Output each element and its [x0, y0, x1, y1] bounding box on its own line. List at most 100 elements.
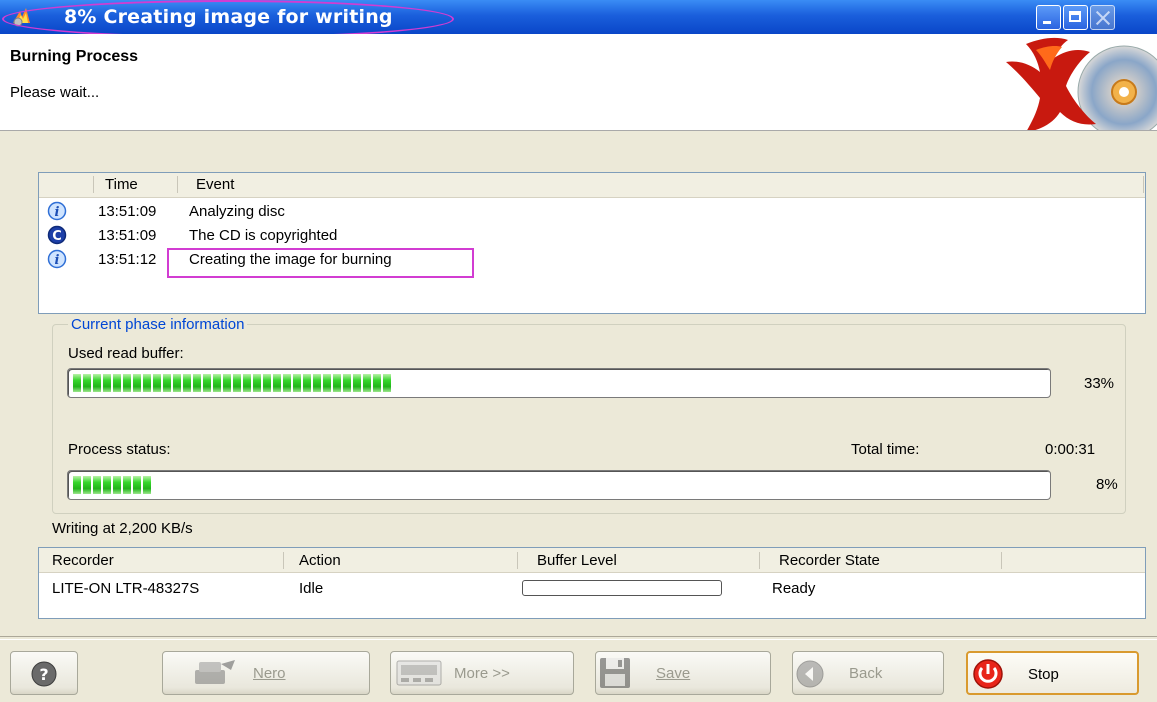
progress-block [133, 476, 141, 494]
progress-block [173, 374, 181, 392]
event-time: 13:51:09 [98, 227, 157, 244]
process-status-fill [73, 476, 151, 494]
svg-text:C: C [52, 229, 62, 244]
event-text: The CD is copyrighted [189, 227, 338, 244]
page-subtitle: Please wait... [10, 84, 100, 101]
process-status-label: Process status: [68, 441, 171, 458]
stop-icon [973, 659, 1003, 689]
nero-express-icon [195, 660, 235, 684]
help-icon: ? [31, 661, 57, 687]
svg-text:i: i [55, 253, 60, 268]
progress-block [193, 374, 201, 392]
nero-button[interactable]: Nero [162, 651, 370, 695]
progress-block [343, 374, 351, 392]
column-separator [1143, 176, 1144, 193]
column-separator [759, 552, 760, 569]
column-separator [517, 552, 518, 569]
progress-block [73, 476, 81, 494]
progress-block [93, 374, 101, 392]
more-button-label: More >> [454, 665, 510, 682]
progress-block [243, 374, 251, 392]
wizard-header: Burning Process Please wait... [0, 34, 1157, 131]
recorder-name[interactable]: LITE-ON LTR-48327S [52, 580, 199, 597]
recorder-table-header: Recorder Action Buffer Level Recorder St… [39, 548, 1145, 573]
column-header-event[interactable]: Event [196, 176, 234, 193]
process-status-progress [67, 470, 1051, 500]
column-header-time[interactable]: Time [105, 176, 138, 193]
stop-button[interactable]: Stop [966, 651, 1139, 695]
progress-block [163, 374, 171, 392]
floppy-disk-icon [600, 658, 630, 688]
read-buffer-label: Used read buffer: [68, 345, 184, 362]
page-title: Burning Process [10, 48, 139, 65]
minimize-button[interactable] [1036, 5, 1061, 30]
progress-block [123, 374, 131, 392]
phase-info-legend: Current phase information [68, 316, 248, 333]
event-row[interactable]: i 13:51:09 Analyzing disc [39, 200, 1139, 224]
progress-block [383, 374, 391, 392]
progress-block [103, 476, 111, 494]
more-button[interactable]: More >> [390, 651, 574, 695]
footer-divider [0, 636, 1157, 640]
progress-block [113, 374, 121, 392]
column-separator [93, 176, 94, 193]
copyright-icon: C [47, 225, 67, 245]
progress-block [153, 374, 161, 392]
progress-block [353, 374, 361, 392]
writing-speed: Writing at 2,200 KB/s [52, 520, 193, 537]
progress-block [303, 374, 311, 392]
nero-flame-icon [13, 8, 30, 27]
help-button[interactable]: ? [10, 651, 78, 695]
progress-block [103, 374, 111, 392]
column-header-recorder-state[interactable]: Recorder State [779, 552, 880, 569]
total-time-value: 0:00:31 [1045, 441, 1096, 458]
save-button-label: Save [656, 665, 691, 682]
window-title: 8% Creating image for writing [64, 6, 393, 28]
progress-block [283, 374, 291, 392]
total-time-label: Total time: [851, 441, 920, 458]
column-header-buffer-level[interactable]: Buffer Level [537, 552, 617, 569]
stop-button-label: Stop [1028, 666, 1059, 683]
title-bar[interactable]: 8% Creating image for writing [0, 0, 1157, 38]
progress-block [213, 374, 221, 392]
svg-text:?: ? [39, 665, 48, 684]
progress-block [293, 374, 301, 392]
column-separator [1001, 552, 1002, 569]
progress-block [73, 374, 81, 392]
progress-block [123, 476, 131, 494]
column-separator [177, 176, 178, 193]
progress-block [313, 374, 321, 392]
read-buffer-percent: 33% [1084, 375, 1115, 392]
progress-block [263, 374, 271, 392]
back-button-label: Back [849, 665, 883, 682]
info-icon: i [47, 201, 67, 221]
event-time: 13:51:09 [98, 203, 157, 220]
progress-block [333, 374, 341, 392]
event-log-list[interactable]: Time Event i 13:51:09 Analyzing disc C 1… [38, 172, 1146, 314]
recorder-state: Ready [772, 580, 816, 597]
progress-block [373, 374, 381, 392]
process-percent: 8% [1096, 476, 1118, 493]
recorder-table[interactable]: Recorder Action Buffer Level Recorder St… [38, 547, 1146, 619]
progress-block [233, 374, 241, 392]
nero-button-label: Nero [253, 665, 286, 682]
svg-text:i: i [55, 205, 60, 220]
progress-block [253, 374, 261, 392]
recorder-action: Idle [299, 580, 324, 597]
nero-x-disc-logo [1006, 37, 1157, 130]
close-button[interactable] [1090, 5, 1115, 30]
progress-block [183, 374, 191, 392]
event-row[interactable]: C 13:51:09 The CD is copyrighted [39, 224, 1139, 248]
column-header-recorder[interactable]: Recorder [52, 552, 114, 569]
save-button[interactable]: Save [595, 651, 771, 695]
event-text: Analyzing disc [189, 203, 285, 220]
more-options-icon [396, 660, 442, 686]
progress-block [93, 476, 101, 494]
buffer-level-bar [522, 580, 722, 596]
maximize-button[interactable] [1063, 5, 1088, 30]
back-arrow-icon [796, 660, 824, 688]
back-button[interactable]: Back [792, 651, 944, 695]
progress-block [83, 476, 91, 494]
progress-block [143, 476, 151, 494]
column-header-action[interactable]: Action [299, 552, 341, 569]
